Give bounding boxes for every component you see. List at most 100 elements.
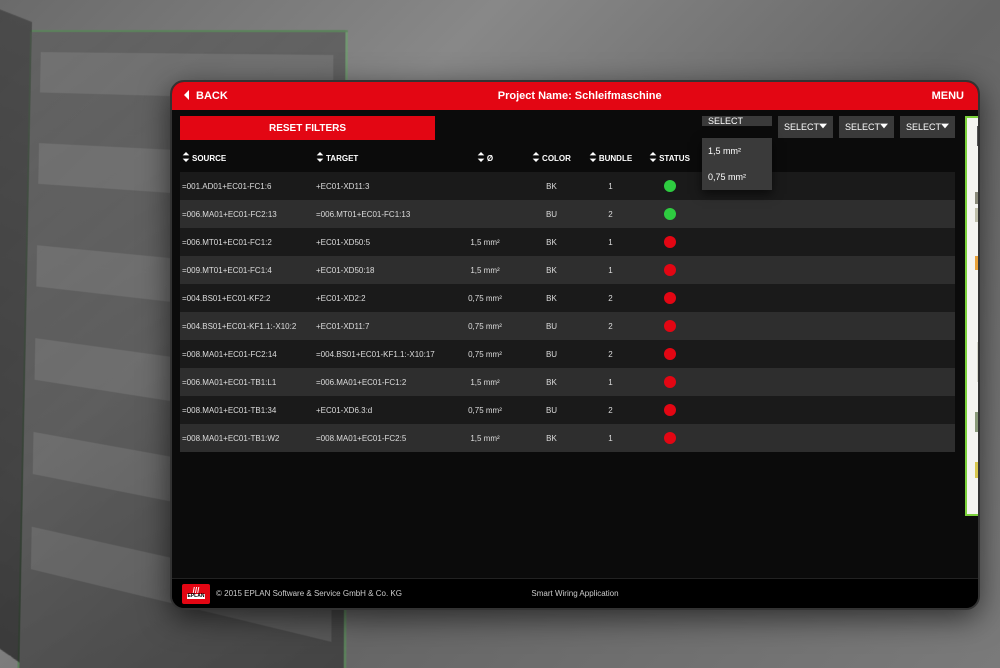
- cell-source: =004.BS01+EC01-KF1.1:-X10:2: [182, 322, 312, 331]
- back-label: BACK: [196, 90, 228, 102]
- cell-bundle: 2: [583, 406, 638, 415]
- column-target[interactable]: TARGET: [316, 152, 446, 164]
- cabinet-preview[interactable]: [965, 116, 980, 516]
- table-row[interactable]: =008.MA01+EC01-TB1:W2=008.MA01+EC01-FC2:…: [180, 424, 955, 452]
- filter-color-select[interactable]: SELECT: [778, 116, 833, 138]
- cell-bundle: 2: [583, 210, 638, 219]
- reset-filters-button[interactable]: RESET FILTERS: [180, 116, 435, 140]
- chevron-left-icon: [182, 90, 192, 103]
- back-button[interactable]: BACK: [182, 90, 228, 103]
- cell-source: =006.MA01+EC01-FC2:13: [182, 210, 312, 219]
- status-indicator-icon: [664, 376, 676, 388]
- column-diameter[interactable]: Ø: [450, 152, 520, 164]
- cell-color: BU: [524, 406, 579, 415]
- cell-diameter: 0,75 mm²: [450, 350, 520, 359]
- page-title: Project Name: Schleifmaschine: [498, 90, 662, 102]
- cell-target: +EC01-XD11:7: [316, 322, 446, 331]
- cell-target: =006.MT01+EC01-FC1:13: [316, 210, 446, 219]
- cell-diameter: 1,5 mm²: [450, 434, 520, 443]
- cell-target: =006.MA01+EC01-FC1:2: [316, 378, 446, 387]
- filters-row: RESET FILTERS SELECT 1,5 mm² 0,75 mm² SE…: [180, 116, 955, 140]
- cell-bundle: 1: [583, 434, 638, 443]
- sort-icon: [477, 152, 485, 164]
- cell-status: [642, 320, 697, 332]
- column-source[interactable]: SOURCE: [182, 152, 312, 164]
- menu-button[interactable]: MENU: [932, 90, 968, 102]
- status-indicator-icon: [664, 208, 676, 220]
- table-row[interactable]: =004.BS01+EC01-KF2:2+EC01-XD2:20,75 mm²B…: [180, 284, 955, 312]
- cell-color: BU: [524, 322, 579, 331]
- cell-status: [642, 376, 697, 388]
- filter-status-select[interactable]: SELECT: [900, 116, 955, 138]
- cell-color: BU: [524, 210, 579, 219]
- cell-bundle: 1: [583, 378, 638, 387]
- chevron-down-icon: [880, 122, 888, 132]
- chevron-down-icon: [941, 122, 949, 132]
- cell-source: =001.AD01+EC01-FC1:6: [182, 182, 312, 191]
- sort-icon: [182, 152, 190, 164]
- cell-status: [642, 432, 697, 444]
- cell-target: =004.BS01+EC01-KF1.1:-X10:17: [316, 350, 446, 359]
- cell-status: [642, 292, 697, 304]
- cell-bundle: 2: [583, 350, 638, 359]
- sort-icon: [532, 152, 540, 164]
- status-indicator-icon: [664, 236, 676, 248]
- cell-diameter: 0,75 mm²: [450, 294, 520, 303]
- status-indicator-icon: [664, 292, 676, 304]
- table-row[interactable]: =004.BS01+EC01-KF1.1:-X10:2 +EC01-XD11:7 0…: [180, 312, 955, 340]
- cell-bundle: 2: [583, 294, 638, 303]
- cell-status: [642, 236, 697, 248]
- table-row[interactable]: =006.MT01+EC01-FC1:2+EC01-XD50:51,5 mm²B…: [180, 228, 955, 256]
- cell-diameter: 1,5 mm²: [450, 266, 520, 275]
- cell-target: +EC01-XD2:2: [316, 294, 446, 303]
- cell-target: +EC01-XD50:18: [316, 266, 446, 275]
- cell-target: +EC01-XD6.3:d: [316, 406, 446, 415]
- cell-source: =008.MA01+EC01-TB1:34: [182, 406, 312, 415]
- status-indicator-icon: [664, 404, 676, 416]
- cell-status: [642, 180, 697, 192]
- copyright-text: © 2015 EPLAN Software & Service GmbH & C…: [216, 589, 402, 598]
- table-row[interactable]: =008.MA01+EC01-TB1:34 +EC01-XD6.3:d 0,75 m…: [180, 396, 955, 424]
- status-indicator-icon: [664, 180, 676, 192]
- table-header: SOURCE TARGET Ø COLOR: [180, 144, 955, 172]
- column-bundle[interactable]: BUNDLE: [583, 152, 638, 164]
- column-color[interactable]: COLOR: [524, 152, 579, 164]
- chevron-down-icon: [819, 122, 827, 132]
- table-row[interactable]: =006.MA01+EC01-FC2:13 =006.MT01+EC01-FC1:…: [180, 200, 955, 228]
- filter-bundle-select[interactable]: SELECT: [839, 116, 894, 138]
- cell-target: =008.MA01+EC01-FC2:5: [316, 434, 446, 443]
- status-indicator-icon: [664, 264, 676, 276]
- dropdown-option[interactable]: 1,5 mm²: [702, 138, 772, 164]
- dropdown-option[interactable]: 0,75 mm²: [702, 164, 772, 190]
- cell-status: [642, 348, 697, 360]
- app-name: Smart Wiring Application: [531, 589, 618, 598]
- footer-bar: /// EPLAN © 2015 EPLAN Software & Servic…: [172, 578, 978, 608]
- cell-color: BK: [524, 266, 579, 275]
- cell-status: [642, 208, 697, 220]
- cell-source: =008.MA01+EC01-FC2:14: [182, 350, 312, 359]
- table-row[interactable]: =006.MA01+EC01-TB1:L1=006.MA01+EC01-FC1:…: [180, 368, 955, 396]
- column-status[interactable]: STATUS: [642, 152, 697, 164]
- cell-diameter: 0,75 mm²: [450, 322, 520, 331]
- status-indicator-icon: [664, 320, 676, 332]
- cell-color: BK: [524, 182, 579, 191]
- cell-status: [642, 404, 697, 416]
- cell-target: +EC01-XD50:5: [316, 238, 446, 247]
- status-indicator-icon: [664, 348, 676, 360]
- table-row[interactable]: =008.MA01+EC01-FC2:14 =004.BS01+EC01-KF1.…: [180, 340, 955, 368]
- wires-table: SOURCE TARGET Ø COLOR: [180, 144, 955, 574]
- cell-diameter: 1,5 mm²: [450, 378, 520, 387]
- table-row[interactable]: =009.MT01+EC01-FC1:4+EC01-XD50:181,5 mm²…: [180, 256, 955, 284]
- cell-color: BK: [524, 434, 579, 443]
- cell-target: +EC01-XD11:3: [316, 182, 446, 191]
- filter-diameter-dropdown: 1,5 mm² 0,75 mm²: [702, 138, 772, 190]
- app-window: BACK Project Name: Schleifmaschine MENU …: [170, 80, 980, 610]
- cell-bundle: 2: [583, 322, 638, 331]
- cell-diameter: 0,75 mm²: [450, 406, 520, 415]
- table-row[interactable]: =001.AD01+EC01-FC1:6+EC01-XD11:3BK1: [180, 172, 955, 200]
- cell-bundle: 1: [583, 266, 638, 275]
- cell-color: BK: [524, 238, 579, 247]
- cell-color: BK: [524, 378, 579, 387]
- filter-diameter-select[interactable]: SELECT: [702, 116, 772, 126]
- eplan-logo-icon: /// EPLAN: [182, 584, 210, 604]
